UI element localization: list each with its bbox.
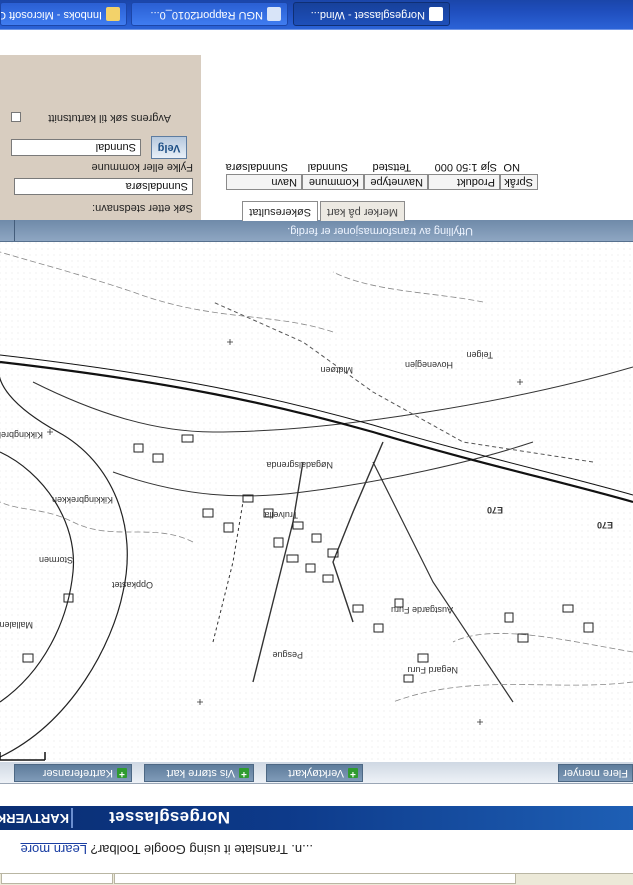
- mail-icon: [106, 7, 120, 21]
- verktoykart-label: Verktøykart: [288, 767, 344, 779]
- translate-prefix: ...n.: [291, 842, 313, 857]
- taskbar-item-label: NGU Rapport2010_0...: [150, 9, 263, 21]
- taskbar-item-ngu-rapport[interactable]: NGU Rapport2010_0...: [131, 2, 288, 26]
- cell-kommune: Sunndal: [307, 161, 348, 173]
- results-panel: [201, 55, 633, 220]
- county-input[interactable]: [11, 139, 141, 156]
- map-label: Stormen: [39, 555, 73, 565]
- taskbar-item-norgesglasset[interactable]: Norgesglasset - Wind...: [293, 2, 450, 26]
- place-search-input[interactable]: [14, 178, 193, 195]
- more-menus-label: Flere menyer: [563, 767, 628, 779]
- velg-button[interactable]: Velg: [151, 136, 187, 159]
- tab-merker-pa-kart[interactable]: Merker på kart: [320, 201, 405, 221]
- tab-sokeresultat[interactable]: Søkeresultat: [242, 201, 319, 221]
- more-menus-button[interactable]: Flere menyer: [558, 764, 633, 782]
- taskbar: Norgesglasset - Wind... NGU Rapport2010_…: [0, 0, 633, 30]
- road-label: E70: [487, 505, 503, 515]
- header-divider: [71, 808, 73, 828]
- limit-search-label: Avgrens søk til kartutsnitt: [48, 112, 171, 124]
- map-label: Midtøen: [320, 365, 353, 375]
- learn-more-link[interactable]: Learn more: [21, 842, 87, 857]
- vis-storre-kart-label: Vis større kart: [166, 767, 235, 779]
- county-label: Fylke eller kommune: [91, 161, 193, 173]
- results-tabs: Merker på kart Søkeresultat: [240, 201, 405, 221]
- taskbar-item-label: Norgesglasset - Wind...: [310, 9, 425, 21]
- status-zone: [1, 873, 113, 884]
- cell-navnetype: Tettsted: [372, 161, 411, 173]
- map-label: Trulvelia: [264, 510, 298, 520]
- column-header-sprak[interactable]: Språk: [500, 174, 538, 190]
- column-header-kommune[interactable]: Kommune: [302, 174, 364, 190]
- cell-sprak: NO: [503, 161, 521, 173]
- search-panel: Søk etter stedsnavn: Fylke eller kommune…: [0, 55, 201, 220]
- transform-status-text: Utfylling av transformasjoner er ferdig.: [287, 225, 473, 237]
- map-label: Nøgadalsgrenda: [266, 460, 333, 470]
- map-view[interactable]: Kikkingbrekken Kikkingbrekken Hovenegjen…: [0, 242, 633, 762]
- map-label: Kikkingbrekken: [52, 495, 113, 505]
- column-header-produkt[interactable]: Produkt: [428, 174, 500, 190]
- map-label: Negard Furu: [407, 665, 458, 675]
- map-label: Austgarde Furu: [391, 605, 453, 615]
- transform-status-strip: Utfylling av transformasjoner er ferdig.: [0, 219, 633, 242]
- place-search-label: Søk etter stedsnavn:: [92, 202, 193, 214]
- status-bar: [0, 873, 633, 885]
- plus-icon: +: [117, 768, 127, 779]
- map-label: Oppkastet: [111, 580, 153, 590]
- plus-icon: +: [348, 768, 358, 779]
- taskbar-item-label: Innboks - Microsoft O...: [0, 9, 102, 21]
- map-label: Pesgue: [272, 650, 303, 660]
- taskbar-item-innboks[interactable]: Innboks - Microsoft O...: [0, 2, 127, 26]
- map-label: Mallalen: [0, 620, 33, 630]
- column-header-navnetype[interactable]: Navnetype: [364, 174, 428, 190]
- cell-produkt: Sjø 1:50 000: [434, 161, 497, 173]
- site-title: Norgesglasset: [108, 808, 230, 827]
- kartreferanser-button[interactable]: + Kartreferanser: [14, 764, 132, 782]
- topographic-map[interactable]: Kikkingbrekken Kikkingbrekken Hovenegjen…: [0, 242, 633, 762]
- browser-icon: [429, 7, 443, 21]
- road-label: E70: [597, 520, 613, 530]
- map-toolbar: + Verktøykart + Vis større kart + Kartre…: [0, 761, 633, 784]
- cell-navn: Sunndalsøra: [225, 161, 288, 173]
- limit-search-checkbox[interactable]: [11, 112, 21, 122]
- translate-bar: ...n. Translate it using Google Toolbar?…: [0, 829, 633, 873]
- vis-storre-kart-button[interactable]: + Vis større kart: [144, 764, 254, 782]
- site-header: Norgesglasset KARTVERK: [0, 806, 633, 830]
- document-icon: [267, 7, 281, 21]
- column-header-navn[interactable]: Navn: [226, 174, 302, 190]
- kartverket-logo[interactable]: KARTVERK: [0, 810, 69, 826]
- map-label: Teigen: [466, 350, 493, 360]
- splitter-handle[interactable]: [14, 220, 15, 241]
- plus-icon: +: [239, 768, 249, 779]
- translate-prompt: Translate it using Google Toolbar?: [90, 842, 288, 857]
- verktoykart-button[interactable]: + Verktøykart: [266, 764, 363, 782]
- map-label: Kikkingbrekken: [0, 430, 43, 440]
- status-segment: [114, 873, 516, 884]
- translate-text: ...n. Translate it using Google Toolbar?…: [21, 842, 313, 857]
- map-label: Hovenegjen: [405, 360, 453, 370]
- kartreferanser-label: Kartreferanser: [42, 767, 113, 779]
